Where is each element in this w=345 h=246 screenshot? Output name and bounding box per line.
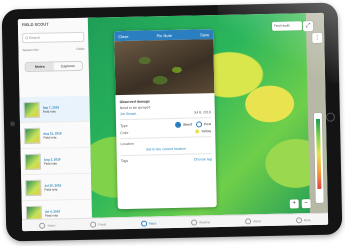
pin-note-card: Close Pin Note Save Observed damage Need…: [114, 29, 217, 210]
type-label: Type: [120, 123, 128, 129]
field-thumbnail: [24, 153, 41, 170]
color-value[interactable]: Yellow: [195, 129, 212, 134]
location-label: Location: [120, 141, 134, 147]
nav-weather[interactable]: Weather: [191, 219, 211, 226]
divider: [119, 117, 211, 121]
radio-pest[interactable]: [195, 121, 203, 128]
nav-alerts[interactable]: Alerts: [245, 218, 262, 225]
more-icon[interactable]: ⋮: [312, 32, 323, 44]
sidebar-header: FIELD SCOUT: [18, 18, 88, 30]
more-icon: [295, 217, 302, 224]
season-label: Season Nov: [22, 47, 39, 53]
author-name: Jon Brown: [119, 111, 137, 117]
field-thumbnail: [25, 179, 42, 196]
section-title: Observed damage: [119, 99, 150, 105]
field-thumbnail: [23, 101, 40, 118]
divider: [120, 136, 212, 140]
front-camera: [9, 121, 16, 127]
list-item-subtitle: Field note: [43, 160, 58, 166]
nav-label: Fields: [98, 222, 107, 227]
list-item-subtitle: Field note: [44, 186, 58, 192]
fields-label: Fields: [76, 46, 85, 51]
type-options: Weed Pest: [174, 121, 212, 128]
notes-list: Sep 7, 2019 Field note Aug 21, 2019 Field …: [19, 95, 93, 228]
field-thumbnail: [24, 127, 41, 144]
notes-sidebar: FIELD SCOUT Q Search Season Nov Fields N…: [17, 17, 94, 232]
need-label: Need to be sprayed: [119, 105, 151, 111]
option-pest: Pest: [203, 122, 212, 127]
list-item[interactable]: Aug 3, 2019 Field note: [20, 147, 92, 176]
tags-label: Tags: [120, 159, 129, 164]
tab-notes[interactable]: Notes: [25, 62, 54, 72]
zoom-in-button[interactable]: +: [289, 199, 299, 209]
set-location-button[interactable]: Set to the current location: [146, 147, 186, 152]
list-item-subtitle: Field note: [42, 108, 56, 114]
weather-icon: [191, 219, 198, 226]
nav-notes[interactable]: Notes: [39, 222, 56, 229]
legend-gradient: [315, 118, 322, 189]
option-weed: Weed: [182, 122, 193, 127]
divider: [120, 153, 212, 157]
list-item[interactable]: Jul 20, 2019 Field note: [21, 173, 92, 202]
close-button[interactable]: Close: [118, 33, 128, 38]
list-item-subtitle: Field note: [43, 134, 57, 140]
nav-fields[interactable]: Fields: [90, 221, 107, 228]
card-body: Observed damage Need to be sprayed Jon B…: [115, 93, 216, 168]
fields-icon: [90, 221, 97, 228]
nav-label: More: [303, 218, 311, 223]
layer-select[interactable]: Field Health: [271, 21, 303, 31]
zoom-out-button[interactable]: −: [301, 199, 311, 209]
nav-label: Alerts: [253, 219, 262, 224]
color-value-label: Yellow: [201, 129, 212, 134]
tab-captures[interactable]: Captures: [54, 62, 82, 71]
nav-label: Notes: [47, 223, 56, 228]
nav-label: Maps: [149, 221, 157, 226]
nav-more[interactable]: More: [295, 217, 311, 224]
notes-icon: [39, 222, 46, 229]
sidebar-meta: Season Nov Fields: [18, 45, 88, 54]
sidebar-title: FIELD SCOUT: [21, 21, 49, 28]
nav-label: Weather: [199, 220, 211, 225]
search-input[interactable]: Q Search: [22, 31, 85, 44]
list-item[interactable]: Sep 7, 2019 Field note: [19, 95, 90, 124]
list-item[interactable]: Aug 21, 2019 Field note: [19, 121, 91, 150]
save-button[interactable]: Save: [200, 32, 209, 37]
map-icon: [140, 220, 148, 227]
tablet-device: FIELD SCOUT Q Search Season Nov Fields N…: [1, 2, 343, 242]
nav-maps[interactable]: Maps: [140, 220, 157, 227]
list-item-subtitle: Field note: [44, 212, 59, 218]
fullscreen-icon[interactable]: ⤢: [302, 21, 314, 32]
author-date: Jul 8, 2019: [193, 110, 211, 115]
field-health-map[interactable]: Field Health ⤢ ⋮ + − Close Pin Note Save…: [87, 12, 328, 218]
sidebar-tabs: Notes Captures: [24, 60, 83, 73]
radio-weed[interactable]: [174, 121, 182, 128]
color-label: Color: [120, 130, 129, 136]
card-title: Pin Note: [156, 32, 172, 38]
field-photo: [114, 39, 215, 96]
bell-icon: [245, 218, 252, 225]
home-button: [325, 112, 336, 122]
color-swatch-icon: [195, 129, 200, 134]
choose-tag-button[interactable]: Choose tag: [194, 157, 212, 161]
app-screen: FIELD SCOUT Q Search Season Nov Fields N…: [17, 12, 329, 232]
